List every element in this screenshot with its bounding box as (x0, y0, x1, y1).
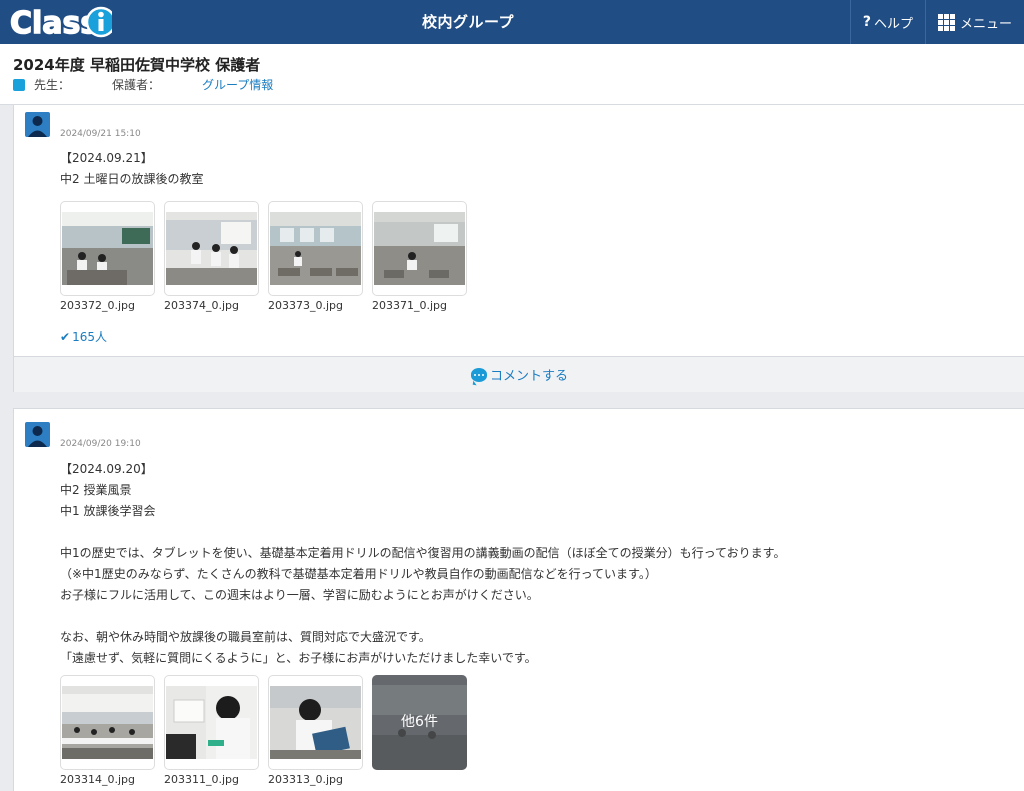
image-filename: 203314_0.jpg (60, 773, 136, 786)
image-filename: 203311_0.jpg (164, 773, 240, 786)
top-bar: Class 校内グループ ? ヘルプ メニュー (0, 0, 1024, 44)
help-label: ヘルプ (873, 16, 913, 32)
post-line: お子様にフルに活用して、この週末はより一層、学習に励むようにとお声がけください。 (60, 588, 539, 602)
avatar[interactable] (25, 112, 50, 137)
classroom-photo (166, 212, 257, 285)
group-meta: 先生： 保護者： グループ情報 (13, 76, 273, 93)
more-images-button[interactable]: 他6件 (372, 675, 467, 789)
image-attachments: 203372_0.jpg 203374_0.jpg 203373_0.jpg 2… (60, 201, 476, 315)
help-button[interactable]: ? ヘルプ (849, 0, 925, 44)
check-icon: ✔ (60, 330, 71, 344)
comment-label: コメントする (489, 369, 568, 384)
question-icon: ? (862, 14, 871, 30)
group-name: 2024年度 早稲田佐賀中学校 保護者 (13, 56, 261, 74)
read-count[interactable]: ✔ 165人 (60, 328, 107, 345)
post-timestamp: 2024/09/21 15:10 (60, 129, 141, 139)
classroom-photo (270, 212, 361, 285)
post-line: 中2 土曜日の放課後の教室 (60, 172, 204, 186)
page-title: 校内グループ (421, 13, 515, 31)
image-filename: 203374_0.jpg (164, 299, 240, 312)
post-timestamp: 2024/09/20 19:10 (60, 439, 141, 449)
teacher-label: 先生： (34, 78, 71, 92)
group-header: 2024年度 早稲田佐賀中学校 保護者 先生： 保護者： グループ情報 (0, 44, 1024, 105)
post-line: 中2 授業風景 (60, 483, 132, 497)
post-line: なお、朝や休み時間や放課後の職員室前は、質問対応で大盛況です。 (60, 630, 431, 644)
post-line: 中1の歴史では、タブレットを使い、基礎基本定着用ドリルの配信や復習用の講義動画の… (60, 546, 786, 560)
image-attachment[interactable]: 203372_0.jpg (60, 201, 155, 315)
avatar[interactable] (25, 422, 50, 447)
image-filename: 203313_0.jpg (268, 773, 344, 786)
post-body: 【2024.09.21】 中2 土曜日の放課後の教室 (60, 148, 203, 190)
post-line: （※中1歴史のみならず、たくさんの教科で基礎基本定着用ドリルや教員自作の動画配信… (60, 567, 657, 581)
post-body: 【2024.09.20】 中2 授業風景 中1 放課後学習会 中1の歴史では、タ… (60, 459, 785, 669)
parent-label: 保護者： (112, 78, 161, 92)
classroom-photo (374, 212, 465, 285)
image-attachment[interactable]: 203311_0.jpg (164, 675, 259, 789)
image-attachment[interactable]: 203374_0.jpg (164, 201, 259, 315)
classroom-photo (62, 686, 153, 759)
comment-bubble-icon (470, 367, 487, 382)
post-line: 「遠慮せず、気軽に質問にくるように」と、お子様にお声がけいただけました幸いです。 (60, 651, 537, 665)
menu-button[interactable]: メニュー (924, 0, 1024, 44)
classroom-photo (270, 686, 361, 759)
post: 2024/09/21 15:10 【2024.09.21】 中2 土曜日の放課後… (13, 105, 1024, 392)
grid-menu-icon (937, 13, 955, 31)
read-count-value: 165人 (72, 330, 107, 344)
image-attachments: 203314_0.jpg 203311_0.jpg 203313_0.jpg 他… (60, 675, 476, 789)
comment-button[interactable]: コメントする (14, 356, 1024, 392)
image-filename: 203371_0.jpg (372, 299, 448, 312)
post-line: 【2024.09.20】 (60, 462, 153, 476)
group-color-icon (13, 78, 25, 91)
post-line: 【2024.09.21】 (60, 151, 153, 165)
classroom-photo (62, 212, 153, 285)
post: 2024/09/20 19:10 【2024.09.20】 中2 授業風景 中1… (13, 408, 1024, 791)
post-line: 中1 放課後学習会 (60, 504, 156, 518)
image-attachment[interactable]: 203373_0.jpg (268, 201, 363, 315)
image-filename: 203373_0.jpg (268, 299, 344, 312)
image-filename: 203372_0.jpg (60, 299, 136, 312)
post-feed: 2024/09/21 15:10 【2024.09.21】 中2 土曜日の放課後… (13, 105, 1024, 791)
menu-label: メニュー (959, 16, 1012, 32)
classroom-photo (166, 686, 257, 759)
image-attachment[interactable]: 203314_0.jpg (60, 675, 155, 789)
more-images-label: 他6件 (401, 714, 438, 730)
image-attachment[interactable]: 203371_0.jpg (372, 201, 467, 315)
group-info-link[interactable]: グループ情報 (202, 76, 273, 93)
image-attachment[interactable]: 203313_0.jpg (268, 675, 363, 789)
